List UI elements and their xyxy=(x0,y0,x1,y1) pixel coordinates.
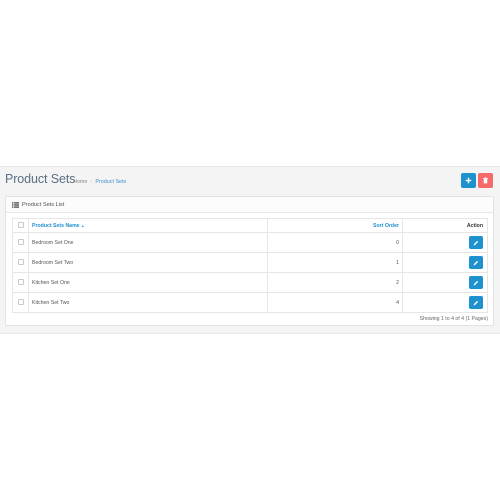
row-select-cell xyxy=(12,272,29,293)
row-sort-order: 4 xyxy=(267,292,403,313)
pencil-icon xyxy=(473,240,479,245)
breadcrumb-current-link[interactable]: Product Sets xyxy=(95,179,126,185)
row-name: Kitchen Set Two xyxy=(28,292,268,313)
column-header-name[interactable]: Product Sets Name ▲ xyxy=(28,218,268,233)
row-action-cell xyxy=(402,252,488,273)
edit-button[interactable] xyxy=(469,256,483,269)
product-sets-panel: Product Sets List Product Sets Name ▲ So… xyxy=(5,196,494,326)
edit-button[interactable] xyxy=(469,236,483,249)
pencil-icon xyxy=(473,260,479,265)
row-checkbox[interactable] xyxy=(17,298,24,305)
column-header-action: Action xyxy=(402,218,488,233)
row-sort-order: 2 xyxy=(267,272,403,293)
column-header-sort-order[interactable]: Sort Order xyxy=(267,218,403,233)
row-name: Kitchen Set One xyxy=(28,272,268,293)
column-header-name-label: Product Sets Name xyxy=(32,222,80,229)
sort-asc-icon: ▲ xyxy=(81,223,85,228)
table-row: Bedroom Set One 0 xyxy=(12,232,488,253)
table-header-row: Product Sets Name ▲ Sort Order Action xyxy=(12,218,488,233)
row-checkbox[interactable] xyxy=(17,258,24,265)
product-sets-table: Product Sets Name ▲ Sort Order Action Be… xyxy=(12,218,488,313)
row-select-cell xyxy=(12,232,29,253)
page-header: Product Sets Home :: Product Sets xyxy=(5,170,494,192)
edit-button[interactable] xyxy=(469,276,483,289)
row-action-cell xyxy=(402,272,488,293)
delete-button[interactable] xyxy=(478,173,493,188)
table-row: Kitchen Set One 2 xyxy=(12,272,488,293)
panel-title: Product Sets List xyxy=(22,201,65,208)
row-checkbox[interactable] xyxy=(17,238,24,245)
panel-heading: Product Sets List xyxy=(6,197,493,213)
trash-icon xyxy=(483,177,488,184)
admin-content-area: Product Sets Home :: Product Sets Produc… xyxy=(0,166,500,334)
product-sets-table-wrapper: Product Sets Name ▲ Sort Order Action Be… xyxy=(12,218,488,313)
row-name: Bedroom Set One xyxy=(28,232,268,253)
pagination-info: Showing 1 to 4 of 4 (1 Pages) xyxy=(419,316,488,322)
table-row: Bedroom Set Two 1 xyxy=(12,252,488,273)
row-action-cell xyxy=(402,292,488,313)
row-sort-order: 0 xyxy=(267,232,403,253)
add-new-button[interactable] xyxy=(461,173,476,188)
row-sort-order: 1 xyxy=(267,252,403,273)
edit-button[interactable] xyxy=(469,296,483,309)
row-checkbox[interactable] xyxy=(17,278,24,285)
row-select-cell xyxy=(12,252,29,273)
row-action-cell xyxy=(402,232,488,253)
page-title: Product Sets xyxy=(5,172,76,186)
row-name: Bedroom Set Two xyxy=(28,252,268,273)
breadcrumb-separator: :: xyxy=(89,179,93,185)
breadcrumb-home-link[interactable]: Home xyxy=(73,179,87,185)
breadcrumb: Home :: Product Sets xyxy=(73,179,126,185)
plus-icon xyxy=(465,177,472,184)
list-icon xyxy=(12,201,19,208)
select-all-checkbox[interactable] xyxy=(17,221,24,228)
pencil-icon xyxy=(473,300,479,305)
pencil-icon xyxy=(473,280,479,285)
select-all-cell xyxy=(12,218,29,233)
row-select-cell xyxy=(12,292,29,313)
table-row: Kitchen Set Two 4 xyxy=(12,292,488,313)
